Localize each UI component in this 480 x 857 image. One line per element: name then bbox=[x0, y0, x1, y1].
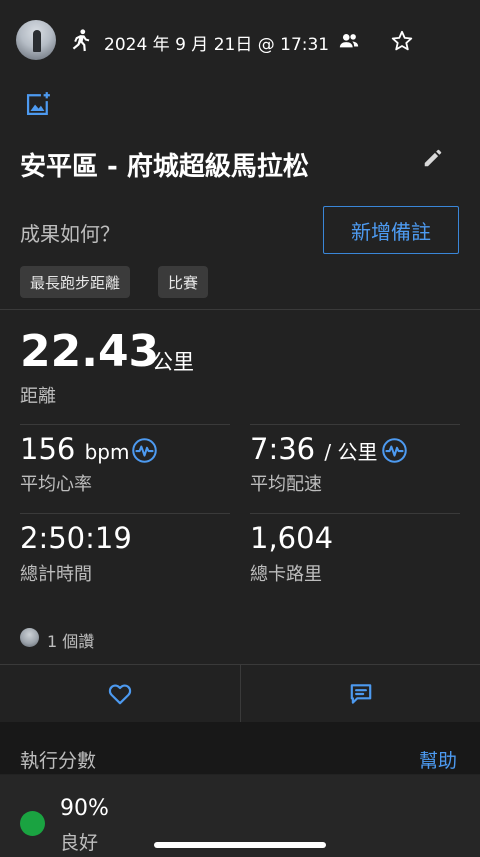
running-person-icon bbox=[66, 28, 92, 54]
avg-heart-rate-value: 156 bpm bbox=[20, 432, 129, 466]
activity-header: 2024 年 9 月 21日 @ 17:31 bbox=[0, 0, 480, 84]
avg-heart-rate-unit: bpm bbox=[84, 440, 130, 464]
star-icon[interactable] bbox=[390, 29, 414, 53]
execution-score-title: 執行分數 bbox=[20, 750, 97, 772]
tag-longest-run: 最長跑步距離 bbox=[20, 266, 131, 298]
people-icon[interactable] bbox=[338, 30, 360, 52]
distance-value: 22.43 bbox=[20, 326, 160, 377]
total-calories-label: 總卡路里 bbox=[250, 564, 322, 585]
activity-pulse-icon[interactable] bbox=[131, 437, 158, 464]
score-status-dot bbox=[20, 811, 45, 836]
activity-date-time: 2024 年 9 月 21日 @ 17:31 bbox=[104, 35, 330, 55]
likes-count[interactable]: 1 個讚 bbox=[47, 628, 94, 652]
execution-score-value: 90% bbox=[60, 796, 109, 821]
total-time-label: 總計時間 bbox=[20, 564, 92, 585]
note-question: 成果如何？ bbox=[20, 222, 120, 246]
liker-avatar[interactable] bbox=[20, 628, 39, 647]
avg-pace-number: 7:36 bbox=[250, 432, 316, 466]
add-photo-icon[interactable] bbox=[24, 90, 52, 118]
avg-pace-value: 7:36 / 公里 bbox=[250, 432, 377, 466]
home-indicator[interactable] bbox=[154, 842, 326, 848]
divider bbox=[0, 309, 480, 310]
execution-score-label: 良好 bbox=[60, 832, 99, 854]
avg-heart-rate-label: 平均心率 bbox=[20, 474, 92, 495]
avg-heart-rate-number: 156 bbox=[20, 432, 76, 466]
help-link[interactable]: 幫助 bbox=[419, 746, 457, 773]
avg-pace-unit: / 公里 bbox=[324, 440, 378, 464]
comment-button[interactable] bbox=[241, 665, 480, 722]
divider bbox=[250, 424, 460, 425]
action-bar bbox=[0, 664, 480, 723]
avg-pace-label: 平均配速 bbox=[250, 474, 322, 495]
divider bbox=[20, 424, 230, 425]
pencil-icon[interactable] bbox=[422, 147, 444, 169]
divider bbox=[250, 513, 460, 514]
activity-title: 安平區 - 府城超級馬拉松 bbox=[20, 152, 309, 182]
user-avatar[interactable] bbox=[16, 20, 56, 60]
distance-label: 距離 bbox=[20, 386, 56, 407]
tag-race: 比賽 bbox=[158, 266, 209, 298]
add-note-button[interactable]: 新增備註 bbox=[323, 206, 459, 254]
activity-pulse-icon[interactable] bbox=[381, 437, 408, 464]
like-button[interactable] bbox=[0, 665, 240, 722]
total-calories-value: 1,604 bbox=[250, 521, 334, 555]
comment-icon bbox=[348, 681, 374, 707]
total-time-value: 2:50:19 bbox=[20, 521, 132, 555]
heart-icon bbox=[107, 681, 133, 707]
divider bbox=[20, 513, 230, 514]
distance-unit: 公里 bbox=[152, 350, 194, 374]
